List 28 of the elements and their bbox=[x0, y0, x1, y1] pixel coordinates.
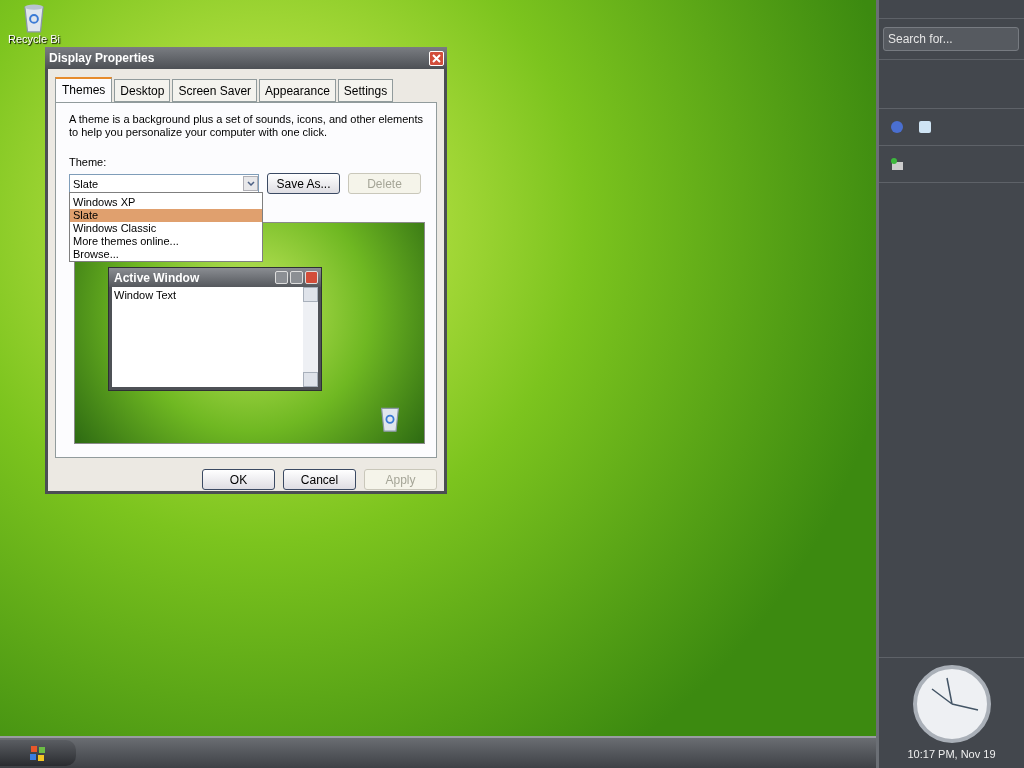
tab[interactable]: Themes bbox=[55, 77, 113, 102]
tab[interactable]: Desktop bbox=[114, 79, 171, 102]
description-text: A theme is a background plus a set of sounds, icons, and other elements to help you personalize your computer with one click. bbox=[69, 113, 425, 139]
tab[interactable]: Settings bbox=[337, 79, 394, 102]
close-button[interactable] bbox=[429, 50, 444, 66]
dialog-button[interactable]: Cancel bbox=[283, 469, 356, 490]
dialog-button[interactable]: OK bbox=[202, 469, 275, 490]
dialog-button[interactable]: Save As... bbox=[267, 173, 340, 194]
maximize-icon bbox=[290, 271, 303, 284]
theme-option[interactable]: More themes online... bbox=[70, 235, 262, 248]
search-field[interactable]: Search for... bbox=[883, 27, 1019, 51]
close-icon bbox=[305, 271, 318, 284]
theme-option[interactable]: Browse... bbox=[70, 248, 262, 261]
tab[interactable]: Screen Saver bbox=[172, 79, 258, 102]
theme-option[interactable]: Windows XP bbox=[70, 196, 262, 209]
minimize-icon bbox=[275, 271, 288, 284]
preview-window-text: Window Text bbox=[113, 288, 178, 303]
tab[interactable]: Appearance bbox=[259, 79, 336, 102]
theme-option[interactable]: Slate bbox=[70, 209, 262, 222]
theme-label: Theme: bbox=[69, 156, 108, 168]
windows-flag-icon bbox=[30, 745, 46, 761]
preview-window-title: Active Window bbox=[114, 270, 200, 285]
start-button[interactable] bbox=[0, 740, 76, 766]
clock-time: 10:17 PM, Nov 19 bbox=[907, 748, 996, 760]
theme-option[interactable]: Windows Classic bbox=[70, 222, 262, 235]
window-title: Display Properties bbox=[49, 51, 155, 65]
recycle-bin-icon bbox=[21, 2, 47, 34]
chevron-down-icon bbox=[243, 176, 258, 191]
